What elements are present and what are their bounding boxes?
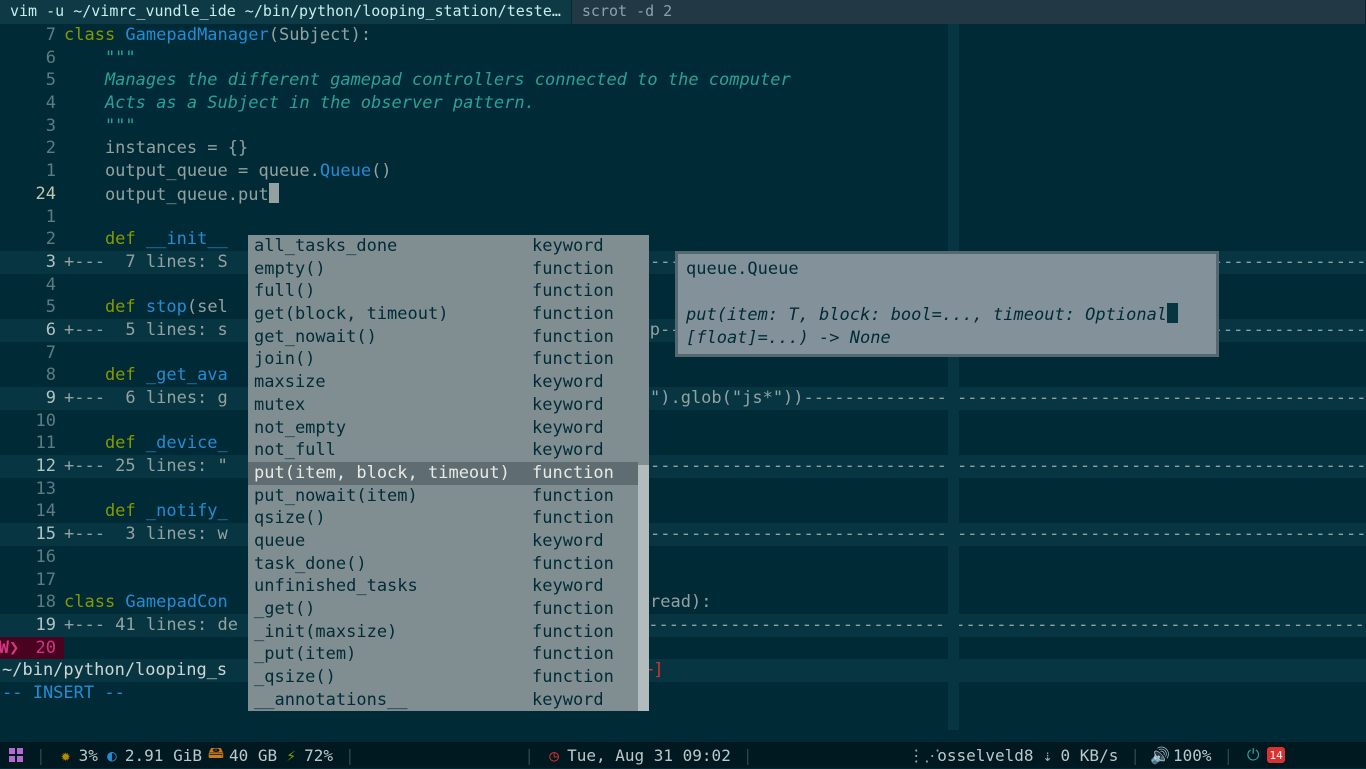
cpu-widget: ✹3% — [58, 746, 98, 765]
completion-item[interactable]: _qsize()function — [248, 666, 638, 689]
current-line-number: 24 — [0, 183, 64, 206]
cpu-icon: ✹ — [58, 747, 74, 763]
battery-widget: ⚡72% — [283, 746, 333, 765]
completion-item[interactable]: get_nowait()function — [248, 326, 638, 349]
popup-scrollbar[interactable] — [638, 235, 649, 711]
editor-pane[interactable]: 7class GamepadManager(Subject): 6 """ 5 … — [0, 24, 1366, 730]
line-number: 7 — [0, 24, 64, 47]
completion-item[interactable]: mutexkeyword — [248, 394, 638, 417]
completion-item[interactable]: put_nowait(item)function — [248, 485, 638, 508]
memory-widget: ◐2.91 GiB — [104, 746, 202, 765]
right-margin-column — [948, 24, 959, 730]
disk-widget: 🖴40 GB — [208, 746, 277, 765]
completion-item[interactable]: qsize()function — [248, 507, 638, 530]
memory-icon: ◐ — [104, 747, 120, 763]
completion-item[interactable]: full()function — [248, 280, 638, 303]
buffer-status-line: ~/bin/python/looping_s+] — [0, 659, 1366, 682]
desktop-taskbar[interactable]: | ✹3% ◐2.91 GiB 🖴40 GB ⚡72% | | ◷Tue, Au… — [0, 742, 1366, 768]
warning-gutter-mark: W❯ — [0, 637, 18, 660]
cursor — [269, 183, 279, 203]
clock-widget: ◷Tue, Aug 31 09:02 — [546, 746, 731, 765]
apps-icon[interactable] — [8, 747, 24, 763]
completion-item[interactable]: join()function — [248, 348, 638, 371]
signature-help-box: queue.Queue put(item: T, block: bool=...… — [675, 251, 1219, 357]
bug-tray-icon[interactable]: 14 — [1267, 747, 1285, 763]
disk-icon: 🖴 — [208, 747, 224, 763]
completion-popup[interactable]: all_tasks_donekeywordempty()functionfull… — [248, 235, 649, 711]
completion-item[interactable]: __annotations__keyword — [248, 689, 638, 712]
completion-item[interactable]: _init(maxsize)function — [248, 621, 638, 644]
completion-item[interactable]: unfinished_taskskeyword — [248, 575, 638, 598]
volume-icon: 🔊 — [1152, 747, 1168, 763]
network-widget: ⇣0 KB/s — [1040, 746, 1119, 765]
code-line[interactable]: class GamepadManager(Subject): — [64, 24, 1366, 47]
clock-icon: ◷ — [546, 747, 562, 763]
popup-scrollbar-thumb[interactable] — [638, 235, 649, 465]
tab-inactive[interactable]: scrot -d 2 — [572, 0, 1366, 24]
tab-active[interactable]: vim -u ~/vimrc_vundle_ide ~/bin/python/l… — [0, 0, 572, 24]
window-titlebar: vim -u ~/vimrc_vundle_ide ~/bin/python/l… — [0, 0, 1366, 24]
completion-item[interactable]: _get()function — [248, 598, 638, 621]
completion-item[interactable]: get(block, timeout)function — [248, 303, 638, 326]
completion-item[interactable]: _put(item)function — [248, 643, 638, 666]
volume-widget[interactable]: 🔊100% — [1152, 746, 1212, 765]
battery-icon: ⚡ — [283, 747, 299, 763]
completion-item[interactable]: not_fullkeyword — [248, 439, 638, 462]
completion-item[interactable]: empty()function — [248, 258, 638, 281]
power-icon[interactable]: ⏻ — [1245, 747, 1261, 763]
completion-item[interactable]: task_done()function — [248, 553, 638, 576]
completion-item[interactable]: maxsizekeyword — [248, 371, 638, 394]
completion-item[interactable]: queuekeyword — [248, 530, 638, 553]
completion-item[interactable]: all_tasks_donekeyword — [248, 235, 638, 258]
completion-item[interactable]: put(item, block, timeout)function — [248, 462, 638, 485]
wifi-icon: ⋮⋰ — [916, 747, 932, 763]
download-icon: ⇣ — [1040, 747, 1056, 763]
vim-mode-indicator: -- INSERT -- — [0, 682, 1366, 705]
completion-item[interactable]: not_emptykeyword — [248, 417, 638, 440]
wifi-widget[interactable]: ⋮⋰osselveld8 — [916, 746, 1033, 765]
